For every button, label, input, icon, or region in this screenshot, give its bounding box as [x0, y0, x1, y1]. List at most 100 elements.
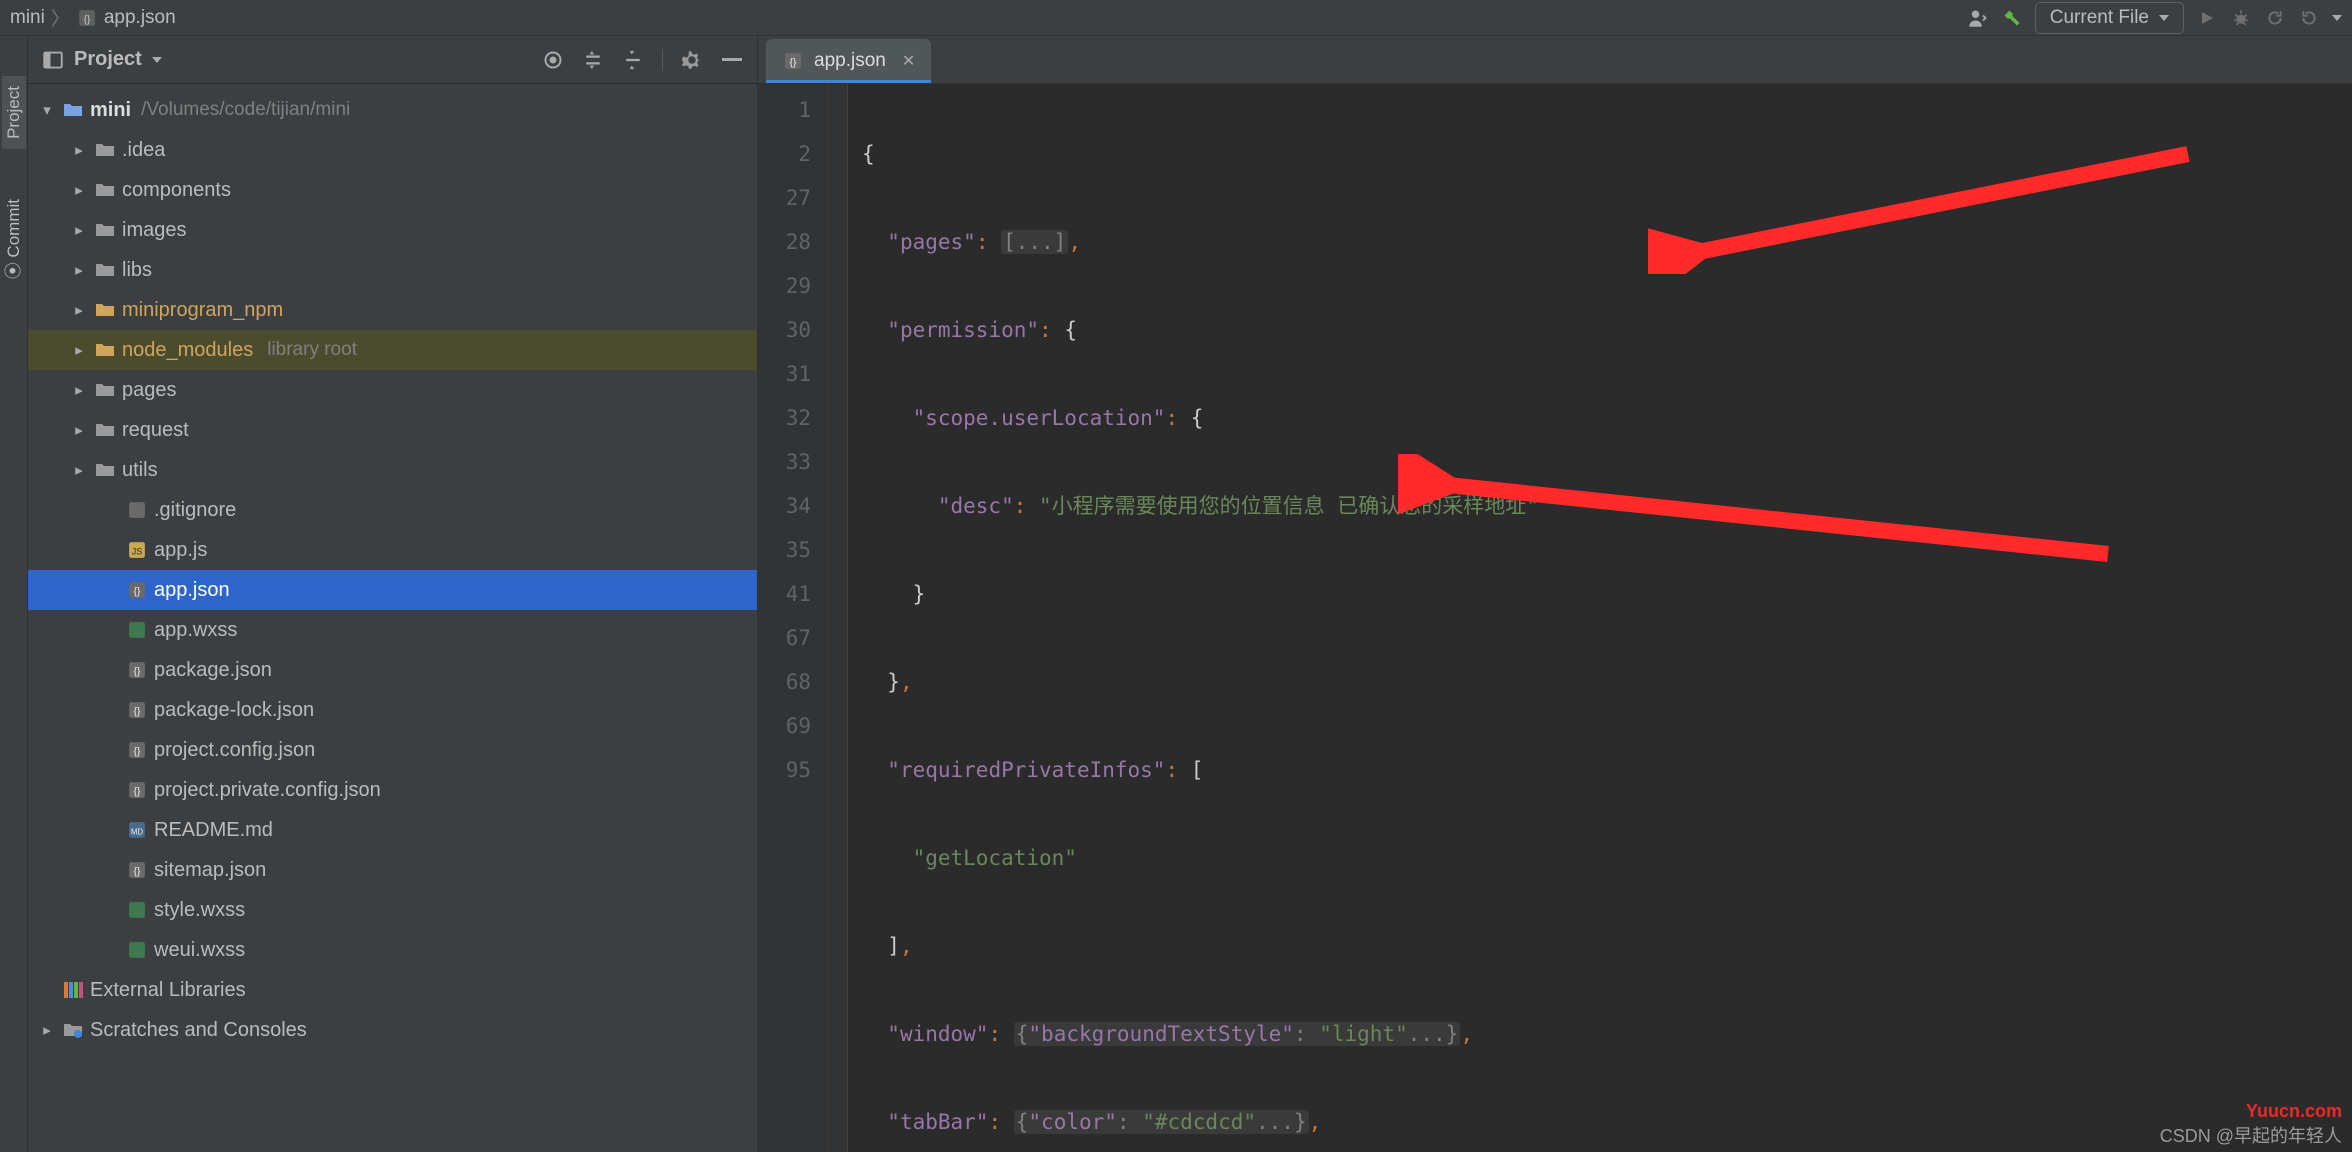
library-folder-icon	[94, 339, 116, 361]
tree-file[interactable]: ▸{}project.private.config.json	[28, 770, 757, 810]
run-icon[interactable]	[2196, 7, 2218, 29]
tree-file[interactable]: ▸app.wxss	[28, 610, 757, 650]
markdown-file-icon: MD	[126, 819, 148, 841]
user-icon[interactable]	[1967, 7, 1989, 29]
chevron-right-icon[interactable]: ▸	[70, 381, 88, 399]
wxss-file-icon	[126, 899, 148, 921]
project-panel-title: Project	[74, 48, 142, 71]
tree-file[interactable]: ▸{}project.config.json	[28, 730, 757, 770]
tree-root[interactable]: ▾ mini /Volumes/code/tijian/mini	[28, 90, 757, 130]
breadcrumb[interactable]: mini 〉 {} app.json	[10, 4, 176, 31]
project-view-icon	[42, 49, 64, 71]
editor-tab-active[interactable]: {} app.json ✕	[766, 39, 931, 83]
wxss-file-icon	[126, 939, 148, 961]
commit-tool-tab[interactable]: ⦿ Commit	[0, 189, 28, 289]
scratches-icon	[62, 1019, 84, 1041]
tree-file-selected[interactable]: ▸{}app.json	[28, 570, 757, 610]
svg-text:{}: {}	[83, 14, 90, 25]
chevron-right-icon[interactable]: ▸	[70, 301, 88, 319]
tree-file[interactable]: ▸.gitignore	[28, 490, 757, 530]
tree-external-libraries[interactable]: ▸ External Libraries	[28, 970, 757, 1010]
json-file-icon: {}	[126, 739, 148, 761]
stop-icon[interactable]	[2298, 7, 2320, 29]
chevron-right-icon[interactable]: ▸	[70, 341, 88, 359]
debug-icon[interactable]	[2230, 7, 2252, 29]
code-editor[interactable]: 1 2 27 28 29 30 31 32 33 34 35 41 67 68 …	[758, 84, 2352, 1152]
project-tool-window: Project ▾ mini /Volumes/code/tijian/mini	[28, 36, 758, 1152]
json-file-icon: {}	[782, 50, 804, 72]
chevron-down-icon[interactable]: ▾	[38, 101, 56, 119]
tree-file[interactable]: ▸{}sitemap.json	[28, 850, 757, 890]
json-file-icon: {}	[126, 779, 148, 801]
chevron-right-icon[interactable]: ▸	[70, 461, 88, 479]
chevron-right-icon[interactable]: ▸	[70, 261, 88, 279]
project-tool-tab[interactable]: Project	[2, 76, 26, 149]
top-toolbar: mini 〉 {} app.json Current File	[0, 0, 2352, 36]
hide-panel-icon[interactable]	[721, 49, 743, 71]
editor-tab-label: app.json	[814, 50, 886, 72]
svg-text:{}: {}	[134, 587, 141, 598]
folder-icon	[94, 459, 116, 481]
svg-text:{}: {}	[134, 747, 141, 758]
code-content[interactable]: { "pages": [...], "permission": { "scope…	[848, 84, 2352, 1152]
line-number-gutter[interactable]: 1 2 27 28 29 30 31 32 33 34 35 41 67 68 …	[758, 84, 828, 1152]
tree-file[interactable]: ▸JSapp.js	[28, 530, 757, 570]
tree-file[interactable]: ▸{}package.json	[28, 650, 757, 690]
gitignore-file-icon	[126, 499, 148, 521]
watermark-grey: CSDN @早起的年轻人	[2160, 1122, 2342, 1148]
tree-folder[interactable]: ▸.idea	[28, 130, 757, 170]
tree-scratches[interactable]: ▸ Scratches and Consoles	[28, 1010, 757, 1050]
folder-icon	[94, 419, 116, 441]
chevron-right-icon[interactable]: ▸	[38, 1021, 56, 1039]
svg-text:JS: JS	[132, 547, 143, 557]
folder-icon	[94, 379, 116, 401]
folder-icon	[94, 259, 116, 281]
tree-folder[interactable]: ▸images	[28, 210, 757, 250]
close-tab-icon[interactable]: ✕	[902, 51, 915, 71]
tree-folder[interactable]: ▸components	[28, 170, 757, 210]
breadcrumb-separator: 〉	[51, 4, 70, 31]
folder-icon	[94, 139, 116, 161]
project-tree[interactable]: ▾ mini /Volumes/code/tijian/mini ▸.idea …	[28, 84, 757, 1152]
tree-folder[interactable]: ▸libs	[28, 250, 757, 290]
wxss-file-icon	[126, 619, 148, 641]
tree-folder-node-modules[interactable]: ▸node_moduleslibrary root	[28, 330, 757, 370]
chevron-right-icon[interactable]: ▸	[70, 181, 88, 199]
project-folder-icon	[62, 99, 84, 121]
breadcrumb-file[interactable]: app.json	[104, 7, 176, 29]
tree-file[interactable]: ▸{}package-lock.json	[28, 690, 757, 730]
divider	[662, 49, 663, 71]
build-hammer-icon[interactable]	[2001, 7, 2023, 29]
update-icon[interactable]	[2264, 7, 2286, 29]
tree-file[interactable]: ▸weui.wxss	[28, 930, 757, 970]
breadcrumb-root[interactable]: mini	[10, 7, 45, 29]
chevron-right-icon[interactable]: ▸	[70, 141, 88, 159]
fold-gutter[interactable]	[828, 84, 848, 1152]
folder-icon	[94, 219, 116, 241]
settings-gear-icon[interactable]	[681, 49, 703, 71]
tree-folder[interactable]: ▸request	[28, 410, 757, 450]
tree-root-label: mini	[90, 99, 131, 122]
project-view-chevron-icon[interactable]	[152, 57, 162, 63]
select-opened-file-icon[interactable]	[542, 49, 564, 71]
tree-folder[interactable]: ▸utils	[28, 450, 757, 490]
json-file-icon: {}	[126, 659, 148, 681]
editor-area: {} app.json ✕ 1 2 27 28 29 30 31 32 33 3…	[758, 36, 2352, 1152]
tree-file[interactable]: ▸style.wxss	[28, 890, 757, 930]
more-chevron-icon[interactable]	[2332, 15, 2342, 21]
chevron-right-icon[interactable]: ▸	[70, 421, 88, 439]
folder-icon	[94, 179, 116, 201]
tree-folder[interactable]: ▸miniprogram_npm	[28, 290, 757, 330]
expand-all-icon[interactable]	[582, 49, 604, 71]
collapse-all-icon[interactable]	[622, 49, 644, 71]
chevron-right-icon[interactable]: ▸	[70, 221, 88, 239]
external-libraries-icon	[62, 979, 84, 1001]
svg-text:{}: {}	[134, 707, 141, 718]
watermark-red: Yuucn.com	[2246, 1101, 2342, 1122]
tree-folder[interactable]: ▸pages	[28, 370, 757, 410]
js-file-icon: JS	[126, 539, 148, 561]
tree-file[interactable]: ▸MDREADME.md	[28, 810, 757, 850]
tree-root-path: /Volumes/code/tijian/mini	[141, 99, 350, 121]
svg-text:{}: {}	[134, 867, 141, 878]
run-configuration-dropdown[interactable]: Current File	[2035, 2, 2184, 34]
